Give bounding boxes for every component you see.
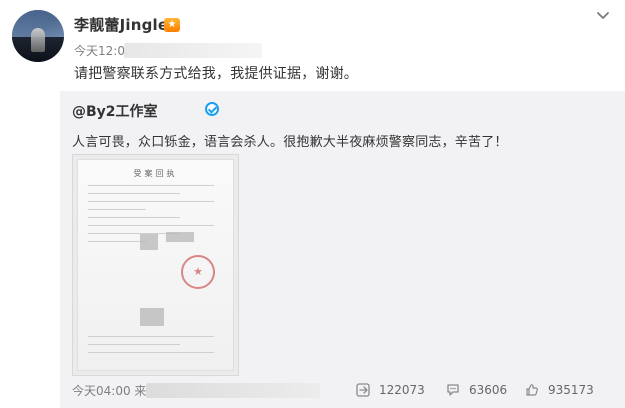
comment-icon: [445, 382, 461, 398]
document-photo[interactable]: 受案回执 ★: [72, 154, 239, 376]
comment-action[interactable]: 63606: [445, 380, 507, 400]
document-line: [88, 193, 180, 194]
document-title: 受案回执: [133, 169, 178, 178]
document-line: [88, 225, 214, 226]
document-line: [88, 185, 214, 186]
chevron-down-icon-svg: [597, 12, 609, 19]
avatar[interactable]: [12, 10, 64, 62]
document-photo-icon: 受案回执 ★: [77, 159, 234, 371]
document-line: [88, 217, 180, 218]
crown-icon: ★: [164, 18, 180, 32]
verified-icon: [205, 102, 219, 116]
repost-author[interactable]: @By2工作室: [72, 101, 158, 121]
post-timestamp: 今天12:0: [74, 44, 125, 58]
repost-time-blur: [146, 383, 320, 398]
like-icon: [524, 382, 540, 398]
redaction-blur: [166, 232, 194, 242]
reposted-content: @By2工作室 人言可畏，众口铄金，语言会杀人。很抱歉大半夜麻烦警察同志，辛苦了…: [60, 91, 625, 408]
chevron-down-icon[interactable]: [595, 8, 611, 24]
document-line: [88, 201, 214, 202]
username[interactable]: 李靓蕾Jinglei: [74, 14, 174, 35]
post-text: 请把警察联系方式给我，我提供证据，谢谢。: [74, 66, 358, 82]
redaction-blur: [140, 234, 158, 250]
document-line: [88, 344, 180, 345]
red-stamp-icon: ★: [181, 255, 215, 289]
weibo-post-page: 李靓蕾Jinglei ★ 今天12:0 请把警察联系方式给我，我提供证据，谢谢。…: [0, 0, 625, 408]
like-count: 935173: [548, 383, 594, 397]
repost-action[interactable]: 122073: [355, 380, 425, 400]
repost-count: 122073: [379, 383, 425, 397]
like-action[interactable]: 935173: [524, 380, 594, 400]
document-line: [88, 336, 214, 337]
redaction-blur: [140, 308, 164, 326]
comment-count: 63606: [469, 383, 508, 397]
repost-text: 人言可畏，众口铄金，语言会杀人。很抱歉大半夜麻烦警察同志，辛苦了！: [72, 135, 508, 150]
document-line: [88, 241, 146, 242]
avatar-figure: [31, 28, 45, 52]
timestamp-blur: [124, 43, 262, 58]
document-line: [88, 352, 214, 353]
document-line: [88, 209, 146, 210]
repost-icon: [355, 382, 371, 398]
